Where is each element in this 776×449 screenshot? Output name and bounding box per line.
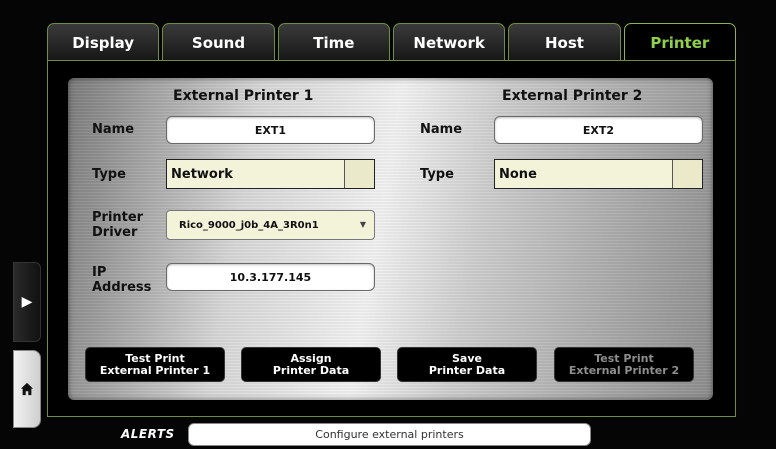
caret-down-icon: ▼ bbox=[359, 220, 366, 229]
printer1-type-select-button[interactable] bbox=[344, 160, 374, 188]
button-label-line2: External Printer 1 bbox=[99, 363, 211, 377]
printer1-type-select[interactable]: Network bbox=[166, 159, 375, 189]
tab-sound[interactable]: Sound bbox=[162, 23, 275, 61]
assign-printer-data-button[interactable]: Assign Printer Data bbox=[241, 347, 381, 382]
button-label-line1: Test Print bbox=[125, 351, 185, 365]
tab-network[interactable]: Network bbox=[392, 23, 506, 61]
button-label-line1: Assign bbox=[290, 351, 332, 365]
printer2-type-select[interactable]: None bbox=[494, 159, 703, 189]
button-label-line1: Save bbox=[452, 351, 482, 365]
alerts-label: ALERTS bbox=[121, 427, 175, 441]
printer1-driver-label-line2: Driver bbox=[92, 225, 138, 240]
tab-display[interactable]: Display bbox=[47, 23, 160, 61]
screen: Display Sound Time Network Host Printer … bbox=[0, 0, 776, 449]
printer1-ip-label: IP Address bbox=[92, 265, 151, 295]
tab-time[interactable]: Time bbox=[277, 23, 390, 61]
printer1-name-field[interactable]: EXT1 bbox=[166, 116, 375, 144]
button-label-line1: Test Print bbox=[594, 351, 654, 365]
alerts-message-box: Configure external printers bbox=[188, 423, 591, 446]
printer1-type-label: Type bbox=[92, 167, 126, 182]
test-print-printer2-button[interactable]: Test Print External Printer 2 bbox=[554, 347, 694, 382]
printer1-driver-dropdown[interactable]: Rico_9000_j0b_4A_3R0n1 ▼ bbox=[166, 210, 375, 240]
button-label-line2: Printer Data bbox=[272, 363, 350, 377]
printer1-heading: External Printer 1 bbox=[173, 88, 314, 104]
printer1-driver-value: Rico_9000_j0b_4A_3R0n1 bbox=[179, 219, 319, 231]
printer1-driver-label: Printer Driver bbox=[92, 210, 143, 240]
printer2-type-value: None bbox=[499, 166, 537, 182]
printer1-ip-field[interactable]: 10.3.177.145 bbox=[166, 263, 375, 291]
printer2-name-label: Name bbox=[420, 122, 463, 137]
tab-bar: Display Sound Time Network Host Printer bbox=[47, 23, 736, 61]
home-button[interactable] bbox=[13, 350, 41, 428]
printer1-driver-label-line1: Printer bbox=[92, 210, 144, 225]
save-printer-data-button[interactable]: Save Printer Data bbox=[397, 347, 537, 382]
printer2-type-label: Type bbox=[420, 167, 454, 182]
side-expand-button[interactable]: ▶ bbox=[13, 262, 41, 342]
test-print-printer1-button[interactable]: Test Print External Printer 1 bbox=[85, 347, 225, 382]
printer2-name-field[interactable]: EXT2 bbox=[494, 116, 703, 144]
printer1-ip-label-line1: IP bbox=[92, 265, 107, 280]
button-label-line2: Printer Data bbox=[428, 363, 506, 377]
tab-printer[interactable]: Printer bbox=[623, 23, 736, 61]
printer1-name-label: Name bbox=[92, 122, 135, 137]
printer2-heading: External Printer 2 bbox=[502, 88, 643, 104]
button-label-line2: External Printer 2 bbox=[568, 363, 680, 377]
home-icon bbox=[20, 382, 34, 396]
printer1-type-value: Network bbox=[171, 166, 233, 182]
printer1-ip-label-line2: Address bbox=[92, 280, 152, 295]
play-right-icon: ▶ bbox=[21, 294, 33, 310]
printer2-type-select-button[interactable] bbox=[672, 160, 702, 188]
tab-host[interactable]: Host bbox=[508, 23, 621, 61]
